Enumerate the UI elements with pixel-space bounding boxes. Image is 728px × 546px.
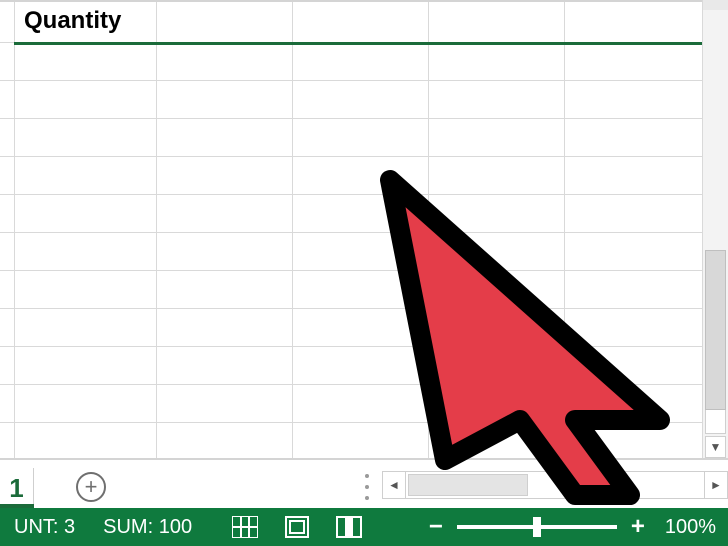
view-switcher: [224, 514, 374, 540]
sheet-tab-bar: 1 + ◄ ►: [0, 458, 728, 508]
page-layout-icon: [285, 516, 309, 538]
column-header-cell[interactable]: Quantity: [14, 4, 121, 38]
vertical-scrollbar[interactable]: ▼: [702, 0, 728, 458]
page-break-icon: [336, 516, 362, 538]
normal-view-button[interactable]: [230, 514, 260, 540]
excel-window: Quantity ▼ 1 + ◄ ► UNT: 3 SUM: 100: [0, 0, 728, 546]
plus-icon: +: [631, 513, 645, 541]
minus-icon: −: [429, 513, 443, 541]
vertical-scroll-thumb[interactable]: [705, 250, 726, 410]
scroll-left-button[interactable]: ◄: [382, 471, 406, 499]
plus-icon: +: [85, 474, 98, 500]
new-sheet-button[interactable]: +: [76, 472, 106, 502]
horizontal-scrollbar[interactable]: ◄ ►: [382, 470, 728, 500]
tab-splitter-handle[interactable]: [362, 470, 372, 504]
chevron-left-icon: ◄: [388, 478, 400, 492]
grid-icon: [232, 516, 258, 538]
status-count: UNT: 3: [0, 516, 89, 539]
zoom-slider-thumb[interactable]: [533, 517, 541, 537]
zoom-in-button[interactable]: +: [627, 516, 649, 538]
zoom-control: − + 100%: [425, 516, 728, 539]
status-bar: UNT: 3 SUM: 100 − + 100%: [0, 508, 728, 546]
page-break-view-button[interactable]: [334, 514, 364, 540]
scroll-right-button[interactable]: ►: [704, 471, 728, 499]
zoom-out-button[interactable]: −: [425, 516, 447, 538]
horizontal-scroll-thumb[interactable]: [408, 474, 528, 496]
page-layout-view-button[interactable]: [282, 514, 312, 540]
zoom-value[interactable]: 100%: [659, 516, 716, 539]
table-header-border: [14, 42, 702, 45]
horizontal-scroll-track[interactable]: [406, 471, 704, 499]
sheet-tab-active[interactable]: 1: [0, 468, 34, 506]
zoom-slider-track[interactable]: [457, 525, 617, 529]
chevron-down-icon: ▼: [710, 440, 722, 454]
status-sum: SUM: 100: [89, 516, 206, 539]
chevron-right-icon: ►: [710, 478, 722, 492]
scroll-down-button[interactable]: ▼: [705, 436, 726, 458]
worksheet-grid[interactable]: Quantity: [0, 0, 702, 458]
